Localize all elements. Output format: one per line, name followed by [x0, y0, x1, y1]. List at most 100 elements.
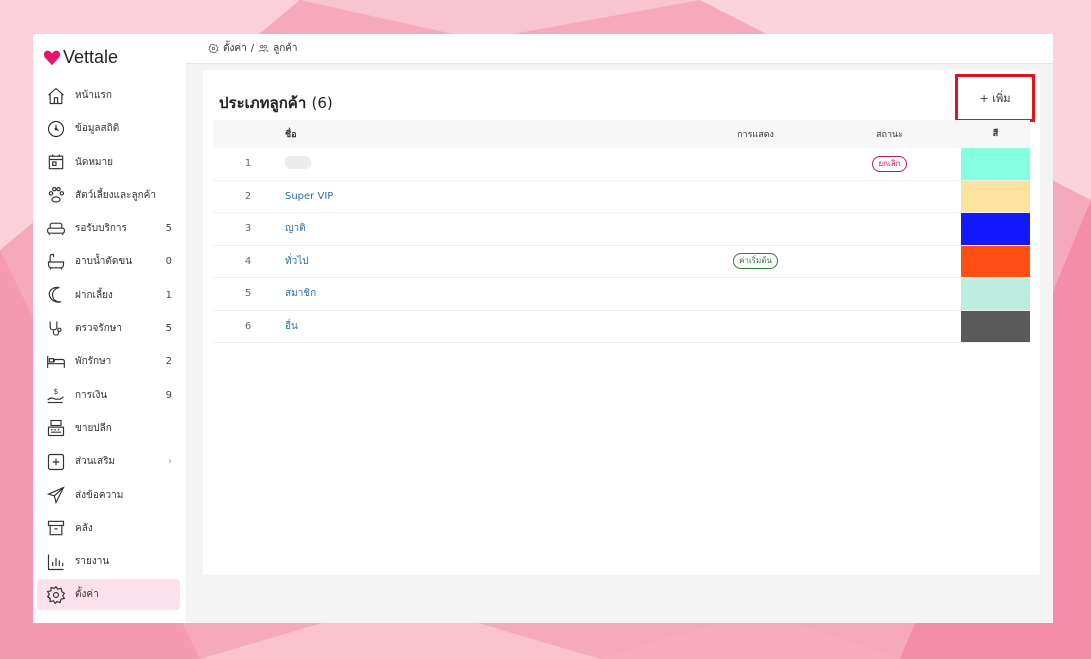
row-index: 5 — [244, 288, 252, 300]
status-badge: ยกเลิก — [872, 155, 907, 172]
gear-icon — [45, 584, 67, 606]
send-icon — [45, 484, 67, 506]
svg-text:$: $ — [54, 387, 59, 396]
sidebar-item-label: ขายปลีก — [75, 422, 112, 434]
cash-register-icon — [45, 417, 67, 439]
sidebar-item-label: คลัง — [75, 522, 93, 534]
archive-icon — [45, 517, 67, 539]
sidebar-item-finance[interactable]: $ การเงิน 9 — [37, 380, 180, 411]
row-name[interactable] — [283, 155, 693, 172]
bathtub-icon — [45, 251, 67, 273]
header-color[interactable]: สี — [961, 120, 1030, 148]
sidebar-item-home[interactable]: หน้าแรก — [37, 80, 180, 111]
hospitalization-count: 2 — [165, 356, 172, 368]
row-name[interactable]: Super VIP — [283, 191, 693, 202]
row-display: ค่าเริ่มต้น — [693, 253, 818, 270]
header-name[interactable]: ชื่อ — [283, 127, 693, 141]
sidebar-item-label: พักรักษา — [75, 356, 112, 368]
sidebar-item-inventory[interactable]: คลัง — [37, 513, 180, 544]
sidebar-item-label: ฝากเลี้ยง — [75, 289, 113, 301]
brand-name: Vettale — [63, 47, 119, 67]
treatment-count: 5 — [165, 323, 172, 335]
row-index: 3 — [244, 223, 252, 235]
sidebar-item-boarding[interactable]: ฝากเลี้ยง 1 — [37, 280, 180, 311]
sidebar-item-label: ส่งข้อความ — [75, 489, 124, 501]
row-name[interactable]: อื่น — [283, 319, 693, 334]
default-badge: ค่าเริ่มต้น — [733, 253, 778, 270]
row-status: ยกเลิก — [818, 155, 961, 172]
calendar-icon — [45, 151, 67, 173]
sidebar-item-appointments[interactable]: นัดหมาย — [37, 147, 180, 178]
customer-types-table: ชื่อ การแสดง สถานะ สี 1 ยกเลิก 2 Super V… — [213, 120, 1030, 343]
sidebar-item-treatment[interactable]: ตรวจรักษา 5 — [37, 313, 180, 344]
color-swatch — [961, 180, 1030, 212]
breadcrumb-settings[interactable]: ตั้งค่า — [223, 41, 247, 56]
row-name[interactable]: ทั่วไป — [283, 254, 693, 269]
breadcrumb: ตั้งค่า / ลูกค้า — [186, 34, 1053, 64]
plus-square-icon — [45, 451, 67, 473]
add-button[interactable]: + เพิ่ม — [955, 74, 1035, 122]
header-display[interactable]: การแสดง — [693, 127, 818, 141]
stethoscope-icon — [45, 318, 67, 340]
sidebar-item-messaging[interactable]: ส่งข้อความ — [37, 480, 180, 511]
color-swatch — [961, 278, 1030, 310]
sidebar-nav: หน้าแรก ข้อมูลสถิติ นัดหมาย สัตว์เลี้ยงแ… — [37, 80, 180, 613]
type-count: (6) — [311, 94, 333, 112]
sidebar-item-retail[interactable]: ขายปลีก — [37, 413, 180, 444]
waiting-count: 5 — [165, 223, 172, 235]
sidebar-item-label: นัดหมาย — [75, 156, 113, 168]
color-swatch — [961, 213, 1030, 245]
row-index: 1 — [244, 158, 252, 170]
page-title: ประเภทลูกค้า (6) — [219, 91, 333, 115]
moon-icon — [45, 284, 67, 306]
table-row[interactable]: 4 ทั่วไป ค่าเริ่มต้น — [213, 245, 1030, 278]
money-hand-icon: $ — [45, 384, 67, 406]
home-icon — [45, 85, 67, 107]
heart-logo-icon — [43, 50, 61, 65]
color-swatch — [961, 310, 1030, 342]
sidebar-item-waiting[interactable]: รอรับบริการ 5 — [37, 213, 180, 244]
row-name[interactable]: ญาติ — [283, 221, 693, 236]
table-row[interactable]: 5 สมาชิก — [213, 278, 1030, 311]
color-swatch — [961, 148, 1030, 180]
sidebar-item-hospitalization[interactable]: พักรักษา 2 — [37, 346, 180, 377]
redacted-name — [285, 155, 311, 169]
page-title-text: ประเภทลูกค้า — [219, 94, 307, 112]
table-row[interactable]: 2 Super VIP — [213, 180, 1030, 213]
sidebar-item-label: ตรวจรักษา — [75, 323, 122, 335]
main-content: ตั้งค่า / ลูกค้า ประเภทลูกค้า (6) + เพิ่… — [186, 34, 1053, 623]
table-row[interactable]: 3 ญาติ — [213, 213, 1030, 246]
sidebar-item-label: รอรับบริการ — [75, 223, 127, 235]
sidebar-item-addons[interactable]: ส่วนเสริม › — [37, 446, 180, 477]
row-name[interactable]: สมาชิก — [283, 286, 693, 301]
table-header: ชื่อ การแสดง สถานะ สี — [213, 120, 1030, 148]
sidebar-item-label: การเงิน — [75, 389, 108, 401]
sidebar-item-settings[interactable]: ตั้งค่า — [37, 579, 180, 611]
sofa-icon — [45, 218, 67, 240]
table-row[interactable]: 6 อื่น — [213, 310, 1030, 343]
sidebar: Vettale หน้าแรก ข้อมูลสถิติ นัดหมาย สัตว… — [33, 34, 186, 623]
app-window: Vettale หน้าแรก ข้อมูลสถิติ นัดหมาย สัตว… — [33, 34, 1053, 623]
chevron-right-icon: › — [168, 456, 172, 468]
color-swatch — [961, 245, 1030, 277]
users-icon — [258, 44, 269, 53]
sidebar-item-label: ข้อมูลสถิติ — [75, 123, 120, 135]
finance-count: 9 — [165, 389, 172, 401]
header-status[interactable]: สถานะ — [818, 127, 961, 141]
table-row[interactable]: 1 ยกเลิก — [213, 148, 1030, 181]
sidebar-item-grooming[interactable]: อาบน้ำตัดขน 0 — [37, 246, 180, 277]
sidebar-item-label: ตั้งค่า — [75, 589, 99, 601]
row-index: 4 — [244, 255, 252, 267]
grooming-count: 0 — [165, 256, 172, 268]
sidebar-item-label: รายงาน — [75, 556, 110, 568]
sidebar-item-statistics[interactable]: ข้อมูลสถิติ — [37, 113, 180, 144]
breadcrumb-separator: / — [250, 43, 255, 54]
bed-icon — [45, 351, 67, 373]
logo[interactable]: Vettale — [43, 47, 118, 68]
row-index: 6 — [244, 320, 252, 332]
paw-icon — [45, 184, 67, 206]
gear-icon — [208, 43, 219, 54]
sidebar-item-pets-customers[interactable]: สัตว์เลี้ยงและลูกค้า — [37, 180, 180, 211]
sidebar-item-label: หน้าแรก — [75, 90, 112, 101]
sidebar-item-reports[interactable]: รายงาน — [37, 546, 180, 577]
